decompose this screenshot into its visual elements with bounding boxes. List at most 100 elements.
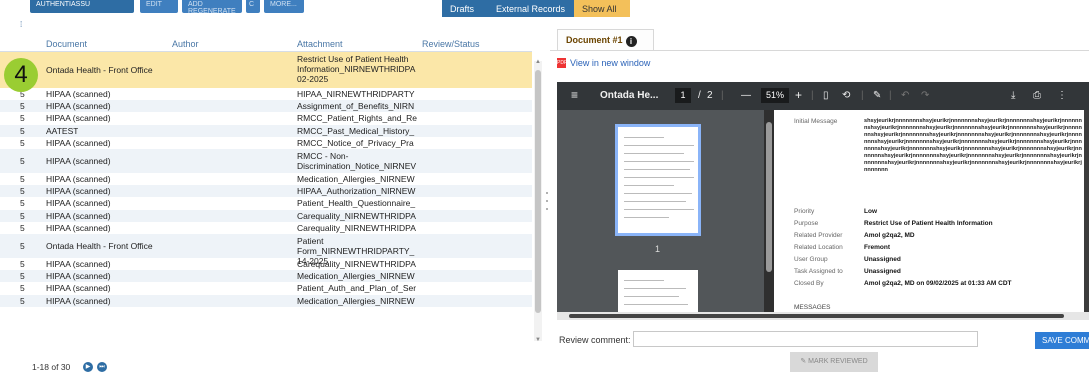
toolbar-divider: | bbox=[861, 90, 864, 101]
download-icon[interactable]: ⤓ bbox=[1011, 90, 1015, 101]
table-row[interactable]: 5 HIPAA (scanned) Patient_Health_Questionn… bbox=[0, 197, 532, 209]
col-document[interactable]: Document bbox=[46, 39, 87, 49]
row-attachment[interactable]: HIPAA_NIRNEWTHRIDPARTY bbox=[297, 89, 425, 99]
save-comment-button[interactable]: SAVE COMMENT bbox=[1035, 332, 1089, 349]
field-label: Task Assigned to bbox=[794, 268, 843, 275]
scroll-down-icon[interactable]: ▼ bbox=[535, 337, 541, 343]
thumbnail-scrollbar[interactable] bbox=[764, 110, 774, 312]
row-attachment[interactable]: RMCC_Patient_Rights_and_Re bbox=[297, 113, 425, 123]
table-row[interactable]: 5 Ontada Health - Front Office Patient For… bbox=[0, 234, 532, 266]
rotate-icon[interactable]: ⟲ bbox=[842, 90, 850, 101]
pagination-text: 1-18 of 30 bbox=[32, 362, 71, 372]
row-attachment[interactable]: Carequality_NIRNEWTHRIDPA bbox=[297, 223, 425, 233]
field-label: Related Provider bbox=[794, 232, 843, 239]
next-page-icon[interactable]: ▶ bbox=[83, 362, 93, 372]
page-separator: / bbox=[698, 90, 701, 101]
table-row[interactable]: 5 HIPAA (scanned) Medication_Allergies_NIR… bbox=[0, 173, 532, 185]
row-attachment[interactable]: RMCC_Notice_of_Privacy_Pra bbox=[297, 138, 425, 148]
refresh-button[interactable]: C bbox=[246, 0, 260, 13]
page-thumbnail-2[interactable] bbox=[618, 270, 698, 312]
table-row[interactable]: 5 HIPAA (scanned) RMCC_Patient_Rights_and_… bbox=[0, 112, 532, 124]
table-row[interactable]: 5 HIPAA (scanned) Medication_Allergies_NIR… bbox=[0, 294, 532, 307]
field-label: Initial Message bbox=[794, 118, 838, 125]
row-attachment[interactable]: HIPAA_Authorization_NIRNEW bbox=[297, 186, 425, 196]
review-comment-input[interactable] bbox=[633, 331, 978, 347]
more-options-icon[interactable]: ⋮ bbox=[1057, 90, 1067, 101]
print-icon[interactable]: ⎙ bbox=[1033, 90, 1041, 101]
row-document: HIPAA (scanned) bbox=[46, 89, 111, 100]
document-tab[interactable]: Document #1 i bbox=[557, 29, 654, 50]
table-row[interactable]: 5 HIPAA (scanned) RMCC - Non-Discriminatio… bbox=[0, 149, 532, 173]
field-value: Amol g2qa2, MD bbox=[864, 232, 915, 239]
table-row[interactable]: 5 HIPAA (scanned) Patient_Auth_and_Plan_of… bbox=[0, 282, 532, 294]
zoom-level-input[interactable]: 51% bbox=[761, 88, 789, 103]
fit-page-icon[interactable]: ▯ bbox=[823, 90, 829, 101]
col-attachment[interactable]: Attachment bbox=[297, 39, 343, 49]
row-attachment[interactable]: Restrict Use of Patient Health Informati… bbox=[297, 54, 425, 84]
row-document: Ontada Health - Front Office bbox=[46, 241, 153, 251]
table-row[interactable]: 5 HIPAA (scanned) RMCC_Notice_of_Privacy_P… bbox=[0, 137, 532, 149]
menu-icon[interactable]: ≡ bbox=[571, 88, 578, 102]
filter-icon[interactable]: ⁞ bbox=[20, 20, 22, 29]
row-number: 5 bbox=[20, 113, 25, 124]
row-attachment[interactable]: Carequality_NIRNEWTHRIDPA bbox=[297, 259, 425, 269]
table-row[interactable]: 5 HIPAA (scanned) HIPAA_NIRNEWTHRIDPARTY bbox=[0, 88, 532, 100]
row-attachment[interactable]: RMCC - Non-Discrimination_Notice_NIRNEV bbox=[297, 151, 425, 171]
row-number: 5 bbox=[20, 259, 25, 270]
row-attachment[interactable]: Medication_Allergies_NIRNEW bbox=[297, 271, 425, 281]
scroll-up-icon[interactable]: ▲ bbox=[535, 59, 541, 65]
table-row[interactable]: 5 HIPAA (scanned) Carequality_NIRNEWTHRIDP… bbox=[0, 258, 532, 270]
row-attachment[interactable]: Medication_Allergies_NIRNEW bbox=[297, 174, 425, 184]
row-attachment[interactable]: RMCC_Past_Medical_History_ bbox=[297, 126, 425, 136]
table-row[interactable]: 5 AATEST RMCC_Past_Medical_History_ bbox=[0, 124, 532, 137]
row-document: HIPAA (scanned) bbox=[46, 113, 111, 124]
annotate-icon[interactable]: ✎ bbox=[873, 90, 881, 101]
table-row[interactable]: 5 HIPAA (scanned) Carequality_NIRNEWTHRIDP… bbox=[0, 222, 532, 234]
splitter-dot bbox=[546, 200, 548, 202]
zoom-in-icon[interactable]: + bbox=[795, 88, 802, 102]
messages-heading: MESSAGES bbox=[794, 304, 831, 311]
table-row[interactable]: 5 HIPAA (scanned) Assignment_of_Benefits_N… bbox=[0, 100, 532, 113]
info-icon[interactable]: i bbox=[625, 36, 637, 47]
row-attachment[interactable]: Medication_Allergies_NIRNEW bbox=[297, 296, 425, 306]
more-button[interactable]: MORE... bbox=[264, 0, 304, 13]
tab-show-all[interactable]: Show All bbox=[574, 0, 630, 17]
splitter-dot bbox=[546, 192, 548, 194]
field-value: Low bbox=[864, 208, 877, 215]
row-attachment[interactable]: Carequality_NIRNEWTHRIDPA bbox=[297, 211, 425, 221]
row-document: HIPAA (scanned) bbox=[46, 198, 111, 209]
tab-drafts[interactable]: Drafts bbox=[442, 0, 488, 17]
mark-reviewed-icon: ✎ bbox=[800, 358, 809, 365]
table-row[interactable]: 5 HIPAA (scanned) Carequality_NIRNEWTHRIDP… bbox=[0, 209, 532, 222]
page-thumbnail-1[interactable] bbox=[615, 124, 701, 236]
row-attachment[interactable]: Assignment_of_Benefits_NIRN bbox=[297, 101, 425, 111]
edit-button[interactable]: EDIT bbox=[140, 0, 178, 13]
table-row[interactable]: 4Ontada Health - Front OfficeRestrict Us… bbox=[0, 52, 532, 88]
row-document: HIPAA (scanned) bbox=[46, 271, 111, 282]
table-row[interactable]: 5 HIPAA (scanned) Medication_Allergies_NIR… bbox=[0, 270, 532, 283]
last-page-icon[interactable]: ⏭ bbox=[97, 362, 107, 372]
field-label: Priority bbox=[794, 208, 815, 215]
row-document: HIPAA (scanned) bbox=[46, 137, 111, 148]
page-number-input[interactable]: 1 bbox=[675, 88, 691, 103]
row-attachment[interactable]: Patient_Auth_and_Plan_of_Ser bbox=[297, 283, 425, 293]
view-in-new-window-link[interactable]: View in new window bbox=[570, 58, 650, 68]
tab-external-records[interactable]: External Records bbox=[488, 0, 574, 17]
row-number: 5 bbox=[20, 198, 25, 209]
row-document: Ontada Health - Front Office bbox=[46, 65, 153, 75]
zoom-out-icon[interactable]: — bbox=[741, 90, 751, 101]
pdf-horizontal-scrollbar[interactable] bbox=[557, 312, 1089, 320]
row-attachment[interactable]: Patient_Health_Questionnaire_ bbox=[297, 198, 425, 208]
redo-icon[interactable]: ↷ bbox=[921, 90, 929, 101]
undo-icon[interactable]: ↶ bbox=[901, 90, 909, 101]
row-document: HIPAA (scanned) bbox=[46, 210, 111, 221]
row-number: 5 bbox=[20, 241, 25, 251]
col-review-status[interactable]: Review/Status bbox=[422, 39, 480, 49]
table-scrollbar-thumb[interactable] bbox=[535, 70, 541, 313]
regenerate-button[interactable]: ADD REGENERATE bbox=[182, 0, 242, 13]
col-author[interactable]: Author bbox=[172, 39, 199, 49]
table-row[interactable]: 5 HIPAA (scanned) HIPAA_Authorization_NIRN… bbox=[0, 185, 532, 198]
document-type-select[interactable]: AUTHENTIASSU bbox=[30, 0, 134, 13]
top-toolbar: AUTHENTIASSU EDIT ADD REGENERATE C MORE.… bbox=[0, 0, 1089, 17]
mark-reviewed-button[interactable]: ✎ MARK REVIEWED bbox=[790, 352, 878, 372]
